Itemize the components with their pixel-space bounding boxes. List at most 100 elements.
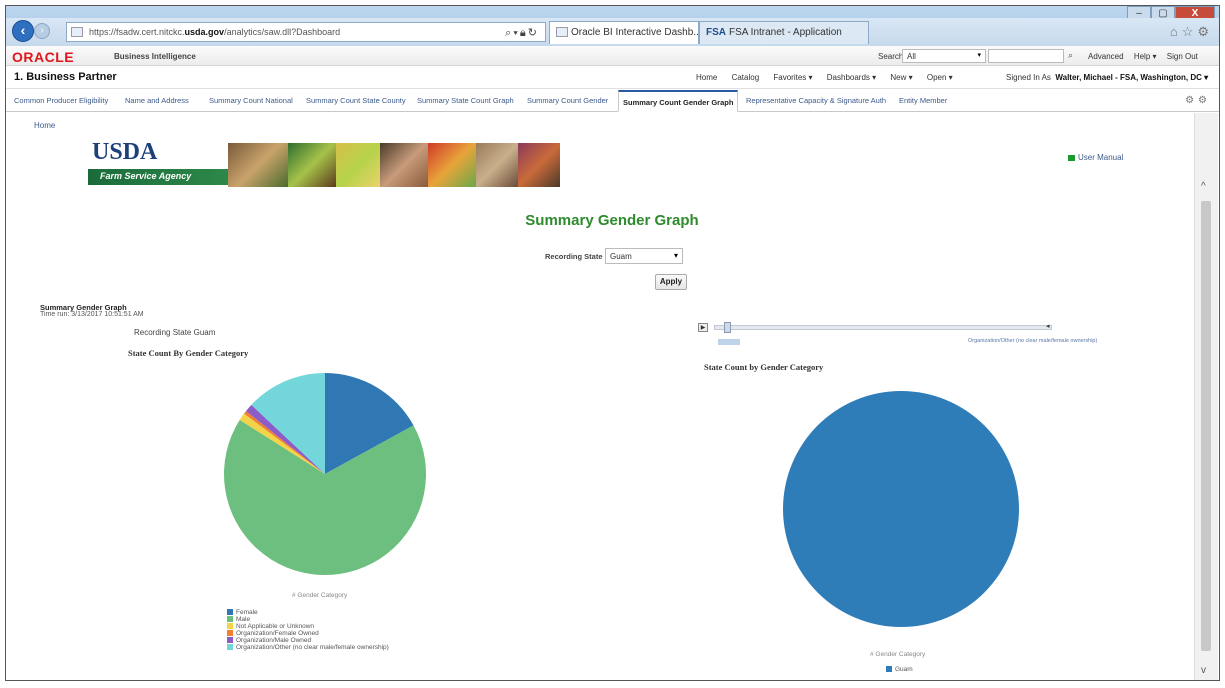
legend-swatch <box>227 644 233 651</box>
forward-icon[interactable]: › <box>34 23 50 39</box>
favorites-menu-item[interactable]: Favorites ▾ <box>773 73 812 82</box>
legend-item: Organization/Female Owned <box>227 630 389 637</box>
url-text: https://fsadw.cert.nitckc.usda.gov/analy… <box>89 27 341 37</box>
scroll-up-icon[interactable]: ^ <box>1201 181 1206 192</box>
tab-representative-capacity[interactable]: Representative Capacity & Signature Auth <box>746 96 886 105</box>
legend-item: Guam <box>886 666 913 673</box>
product-name: Business Intelligence <box>114 52 196 61</box>
legend-label: Organization/Other (no clear male/female… <box>236 644 389 651</box>
browser-tab-oracle-bi[interactable]: Oracle BI Interactive Dashb...× <box>549 21 699 44</box>
home-icon[interactable]: ⌂ <box>1170 24 1182 39</box>
flag-icon <box>1068 154 1075 161</box>
page-settings-icon[interactable]: ⚙ <box>1198 95 1211 106</box>
new-menu-item[interactable]: New ▾ <box>890 73 912 82</box>
gender-pie-chart <box>224 373 426 575</box>
tab-common-producer-eligibility[interactable]: Common Producer Eligibility <box>14 96 108 105</box>
banner-photo <box>288 143 336 187</box>
usda-logo: USDA <box>92 139 158 165</box>
banner-photo <box>476 143 518 187</box>
recording-state-label: Recording State <box>545 252 603 261</box>
legend-label: Female <box>236 609 258 616</box>
legend-item: Not Applicable or Unknown <box>227 623 389 630</box>
usda-banner: USDA Farm Service Agency <box>88 137 560 191</box>
legend-swatch <box>227 630 233 637</box>
apply-button[interactable]: Apply <box>655 274 687 290</box>
user-menu[interactable]: Walter, Michael - FSA, Washington, DC ▾ <box>1055 73 1208 82</box>
browser-window: – ▢ X ‹ › https://fsadw.cert.nitckc.usda.g… <box>5 5 1220 681</box>
open-menu-item[interactable]: Open ▾ <box>927 73 953 82</box>
browser-toolbar-icons: ⌂☆⚙ <box>1170 24 1213 40</box>
legend-caption: # Gender Category <box>292 592 348 599</box>
chart1-title: State Count By Gender Category <box>128 348 249 358</box>
legend-item: Female <box>227 609 389 616</box>
browser-tab-fsa-intranet[interactable]: FSA FSA Intranet - Application <box>699 21 869 44</box>
tab-summary-count-national[interactable]: Summary Count National <box>209 96 293 105</box>
scroll-thumb[interactable] <box>1201 201 1211 651</box>
legend-label: Male <box>236 616 251 623</box>
legend-label: Guam <box>895 666 913 673</box>
chart1-legend: Female Male Not Applicable or Unknown Organ… <box>227 609 389 651</box>
search-label: Search <box>878 52 904 61</box>
address-bar[interactable]: https://fsadw.cert.nitckc.usda.gov/analy… <box>66 22 546 42</box>
lock-icon[interactable]: 🔒︎ <box>520 27 528 39</box>
scroll-down-icon[interactable]: v <box>1201 665 1206 676</box>
scrollbar[interactable]: ^ v <box>1194 113 1218 680</box>
legend-label: Organization/Male Owned <box>236 637 312 644</box>
header-links: Advanced Help ▾ Sign Out <box>1080 52 1198 61</box>
page-icon <box>556 27 568 38</box>
dropdown-icon[interactable]: ▾ <box>513 27 520 39</box>
banner-photo <box>380 143 428 187</box>
slider-end-handle[interactable]: ◂ <box>1046 322 1050 330</box>
catalog-menu-item[interactable]: Catalog <box>732 73 760 82</box>
search-icon[interactable]: ⌕ <box>1068 50 1073 61</box>
tab-summary-count-gender-graph[interactable]: Summary Count Gender Graph <box>618 90 739 112</box>
search-scope-select[interactable]: All ▾ <box>902 49 986 63</box>
sign-out-link[interactable]: Sign Out <box>1167 52 1198 61</box>
dashboards-menu-item[interactable]: Dashboards ▾ <box>827 73 876 82</box>
banner-photo <box>518 143 560 187</box>
page-favicon-icon <box>71 27 83 37</box>
back-icon[interactable]: ‹ <box>12 20 34 42</box>
advanced-link[interactable]: Advanced <box>1088 52 1124 61</box>
recording-state-text: Recording State Guam <box>134 328 216 337</box>
time-run: Time run: 3/13/2017 10:51:51 AM <box>40 311 144 318</box>
chevron-down-icon: ▾ <box>977 52 981 59</box>
recording-state-select[interactable]: Guam ▾ <box>605 248 683 264</box>
slider-track[interactable] <box>714 325 1052 330</box>
help-menu[interactable]: Help ▾ <box>1134 52 1157 61</box>
slider-thumb[interactable] <box>724 322 731 333</box>
banner-photo <box>428 143 476 187</box>
user-manual-link[interactable]: User Manual <box>1068 153 1123 162</box>
play-icon[interactable]: ▶ <box>698 323 708 332</box>
favorites-star-icon[interactable]: ☆ <box>1182 24 1198 39</box>
pie-slice-guam[interactable] <box>783 391 1019 627</box>
page-title: Summary Gender Graph <box>525 212 699 229</box>
guam-pie-chart <box>783 391 1019 627</box>
search-input[interactable] <box>988 49 1064 63</box>
settings-gear-icon[interactable]: ⚙ <box>1197 24 1213 39</box>
legend-swatch <box>227 623 233 630</box>
home-link[interactable]: Home <box>34 121 55 130</box>
page-tabs: Common Producer Eligibility Name and Add… <box>6 90 1219 112</box>
legend-label: Not Applicable or Unknown <box>236 623 315 630</box>
banner-photo <box>228 143 288 187</box>
slider-max-label: Organization/Other (no clear male/female… <box>968 338 1098 344</box>
signed-in-info: Signed In As Walter, Michael - FSA, Wash… <box>1006 73 1209 82</box>
tab-summary-count-state-county[interactable]: Summary Count State County <box>306 96 406 105</box>
legend-item: Organization/Other (no clear male/female… <box>227 644 389 651</box>
tab-summary-count-gender[interactable]: Summary Count Gender <box>527 96 608 105</box>
tab-summary-state-count-graph[interactable]: Summary State Count Graph <box>417 96 514 105</box>
legend-swatch <box>227 637 233 644</box>
slider-min-label <box>718 339 740 345</box>
chevron-down-icon: ▾ <box>673 251 678 260</box>
dashboard-bar: 1. Business Partner Home Catalog Favorit… <box>6 67 1219 89</box>
tab-name-and-address[interactable]: Name and Address <box>125 96 189 105</box>
home-menu-item[interactable]: Home <box>696 73 717 82</box>
legend-swatch <box>227 616 233 623</box>
fsa-icon: FSA <box>706 27 726 38</box>
tab-entity-member[interactable]: Entity Member <box>899 96 947 105</box>
legend-caption: # Gender Category <box>870 651 926 658</box>
agency-name: Farm Service Agency <box>100 171 192 181</box>
refresh-icon[interactable]: ↻ <box>528 27 539 39</box>
page-options-icon[interactable]: ⚙ <box>1185 95 1198 106</box>
